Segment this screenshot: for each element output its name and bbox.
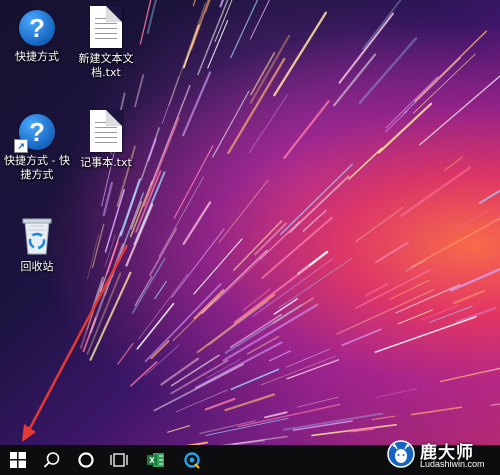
watermark-url: Ludashiwin.com <box>420 459 485 469</box>
start-windows-icon[interactable] <box>2 445 34 475</box>
svg-text:X: X <box>149 456 155 465</box>
deer-logo-icon <box>387 440 415 468</box>
cortana-icon[interactable] <box>70 445 102 475</box>
excel-icon[interactable]: X <box>140 445 172 475</box>
search-icon[interactable] <box>36 445 68 475</box>
ludashi-watermark: 鹿大师 Ludashiwin.com <box>386 434 496 474</box>
task-view-icon[interactable] <box>103 445 135 475</box>
red-annotation-arrow <box>22 244 129 442</box>
browser-icon[interactable] <box>176 445 208 475</box>
